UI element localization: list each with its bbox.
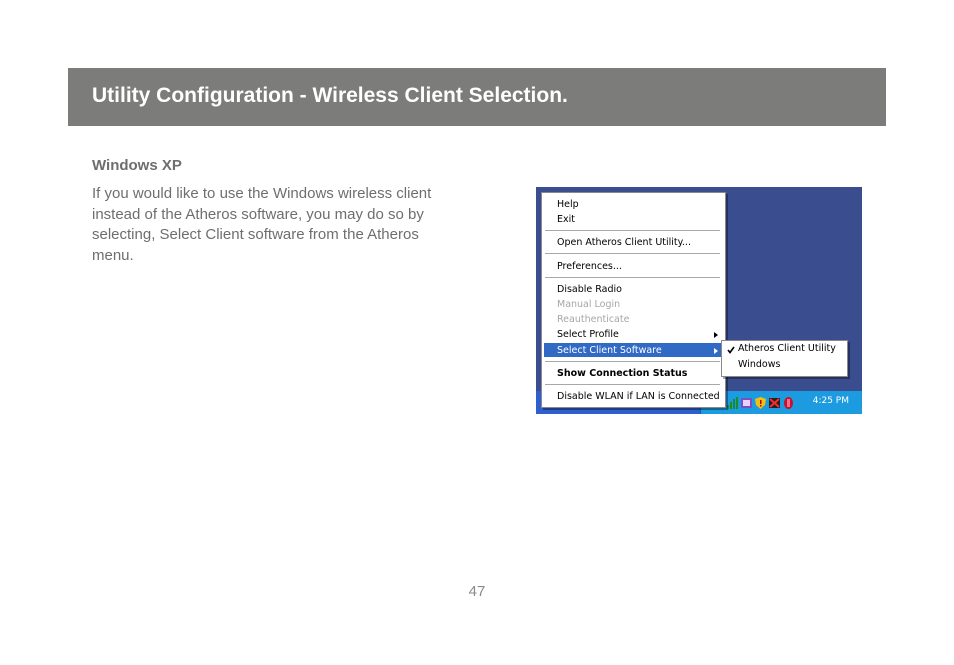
- messenger-icon[interactable]: [741, 397, 752, 409]
- windows-screenshot: 4:25 PM Help Exit Open Atheros Client Ut…: [536, 187, 862, 414]
- checkmark-icon: [727, 346, 735, 354]
- antivirus-icon[interactable]: [783, 397, 794, 409]
- menu-item-manual-login: Manual Login: [557, 299, 621, 310]
- atheros-context-menu: Help Exit Open Atheros Client Utility...…: [541, 192, 726, 408]
- section-paragraph: If you would like to use the Windows wir…: [92, 185, 432, 264]
- disconnected-network-icon[interactable]: [769, 397, 780, 409]
- menu-divider: [545, 384, 720, 386]
- menu-divider: [545, 361, 720, 363]
- menu-divider: [545, 253, 720, 255]
- security-shield-icon[interactable]: [755, 397, 766, 409]
- submenu-item-atheros[interactable]: Atheros Client Utility: [738, 343, 836, 354]
- client-software-submenu: Atheros Client Utility Windows: [721, 340, 848, 377]
- section-heading: Windows XP: [92, 157, 182, 174]
- submenu-arrow-icon: [714, 348, 718, 354]
- signal-icon[interactable]: [727, 397, 738, 409]
- page-title: Utility Configuration - Wireless Client …: [92, 84, 568, 107]
- submenu-arrow-icon: [714, 332, 718, 338]
- menu-item-help[interactable]: Help: [557, 199, 579, 210]
- menu-item-select-client-software[interactable]: Select Client Software: [557, 345, 662, 356]
- page-number: 47: [468, 583, 486, 600]
- menu-item-preferences[interactable]: Preferences...: [557, 261, 622, 272]
- menu-item-reauthenticate: Reauthenticate: [557, 314, 630, 325]
- menu-divider: [545, 277, 720, 279]
- taskbar-clock[interactable]: 4:25 PM: [813, 396, 849, 406]
- menu-item-disable-radio[interactable]: Disable Radio: [557, 284, 622, 295]
- menu-item-open-utility[interactable]: Open Atheros Client Utility...: [557, 237, 691, 248]
- menu-item-exit[interactable]: Exit: [557, 214, 575, 225]
- menu-item-show-connection-status[interactable]: Show Connection Status: [557, 368, 687, 379]
- menu-item-select-profile[interactable]: Select Profile: [557, 329, 619, 340]
- menu-divider: [545, 230, 720, 232]
- title-banner: Utility Configuration - Wireless Client …: [68, 68, 886, 126]
- menu-item-disable-wlan[interactable]: Disable WLAN if LAN is Connected: [557, 391, 720, 402]
- submenu-item-windows[interactable]: Windows: [738, 359, 780, 370]
